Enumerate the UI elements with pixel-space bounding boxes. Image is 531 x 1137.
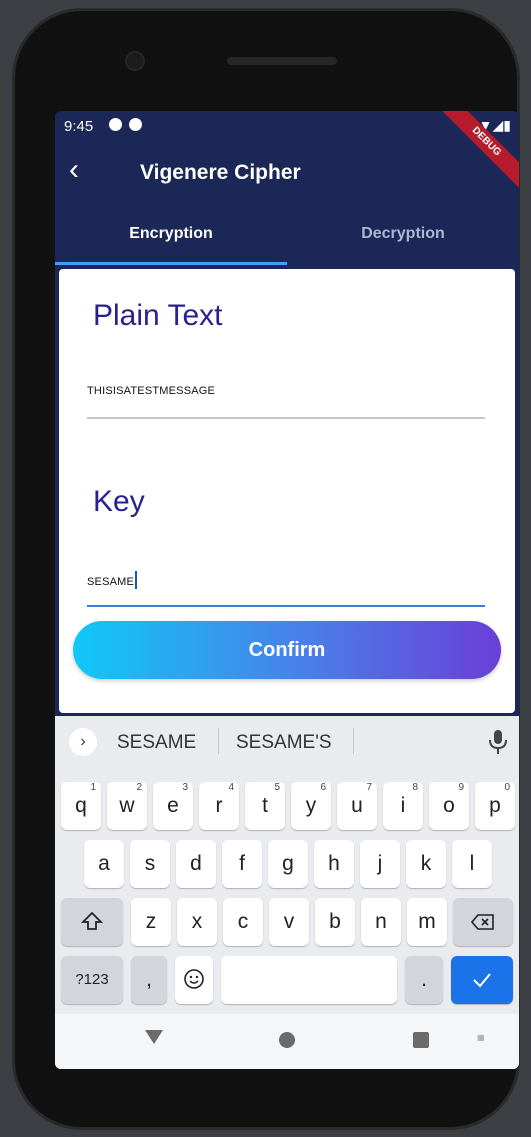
plain-text-label: Plain Text xyxy=(93,299,223,332)
key-label: y xyxy=(305,794,317,817)
tab-decryption[interactable]: Decryption xyxy=(287,206,519,264)
chevron-right-icon[interactable]: › xyxy=(69,728,97,756)
nav-recents-icon[interactable] xyxy=(413,1032,429,1048)
key-hint: 7 xyxy=(366,782,372,793)
keyboard-switch-icon[interactable]: ▦ xyxy=(477,1033,493,1045)
key-hint: 5 xyxy=(274,782,280,793)
front-camera xyxy=(125,51,145,71)
key-hint: 9 xyxy=(458,782,464,793)
key-underline xyxy=(87,605,485,607)
key-s[interactable]: s xyxy=(130,840,170,888)
key-k[interactable]: k xyxy=(406,840,446,888)
tab-encryption[interactable]: Encryption xyxy=(55,206,287,264)
checkmark-icon xyxy=(473,973,491,988)
confirm-button[interactable]: Confirm xyxy=(73,621,501,679)
key-l[interactable]: l xyxy=(452,840,492,888)
status-time: 9:45 xyxy=(64,118,94,135)
key-hint: 4 xyxy=(228,782,234,793)
space-bar[interactable] xyxy=(221,956,397,1004)
tab-indicator xyxy=(55,262,287,265)
suggestion-2[interactable]: SESAME'S xyxy=(236,732,332,754)
symbols-key[interactable]: ?123 xyxy=(61,956,123,1004)
tab-bar: Encryption Decryption xyxy=(55,206,519,264)
key-u[interactable]: u7 xyxy=(337,782,377,830)
key-m[interactable]: m xyxy=(407,898,447,946)
key-a[interactable]: a xyxy=(84,840,124,888)
plain-text-underline xyxy=(87,417,485,419)
system-nav-bar: ▦ xyxy=(55,1014,519,1069)
key-label: w xyxy=(119,794,135,817)
key-hint: 8 xyxy=(412,782,418,793)
microphone-icon[interactable] xyxy=(487,728,509,756)
key-d[interactable]: d xyxy=(176,840,216,888)
key-g[interactable]: g xyxy=(268,840,308,888)
key-i[interactable]: i8 xyxy=(383,782,423,830)
key-label: Key xyxy=(93,485,145,518)
key-e[interactable]: e3 xyxy=(153,782,193,830)
emoji-icon xyxy=(184,969,204,989)
backspace-key[interactable] xyxy=(453,898,513,946)
key-hint: 1 xyxy=(90,782,96,793)
key-b[interactable]: b xyxy=(315,898,355,946)
text-cursor xyxy=(135,571,138,589)
key-label: t xyxy=(262,794,268,817)
key-hint: 6 xyxy=(320,782,326,793)
key-hint: 3 xyxy=(182,782,188,793)
key-label: q xyxy=(75,794,87,817)
key-f[interactable]: f xyxy=(222,840,262,888)
suggestion-divider xyxy=(218,728,219,754)
key-v[interactable]: v xyxy=(269,898,309,946)
suggestion-divider xyxy=(353,728,354,754)
app-bar: ‹ Vigenere Cipher xyxy=(55,141,519,201)
backspace-icon xyxy=(470,914,494,930)
suggestion-bar: › SESAME SESAME'S xyxy=(55,716,519,764)
back-arrow-icon[interactable]: ‹ xyxy=(69,155,79,185)
status-bar: 9:45 ▼◢▮ DEBUG xyxy=(55,111,519,195)
form-card: Plain Text THISISATESTMESSAGE Key SESAME… xyxy=(59,269,515,713)
nav-back-icon[interactable] xyxy=(145,1030,163,1044)
key-label: r xyxy=(215,794,223,817)
key-x[interactable]: x xyxy=(177,898,217,946)
phone-frame: 9:45 ▼◢▮ DEBUG ‹ Vigenere Cipher Encrypt… xyxy=(12,8,520,1130)
key-label: i xyxy=(400,794,406,817)
enter-key[interactable] xyxy=(451,956,513,1004)
soft-keyboard: › SESAME SESAME'S q1w2e3r4t5y6u7i8o9p0 a… xyxy=(55,716,519,1069)
key-o[interactable]: o9 xyxy=(429,782,469,830)
shift-icon xyxy=(80,911,104,930)
earpiece-speaker xyxy=(227,57,337,65)
key-input-value: SESAME xyxy=(87,576,135,588)
notification-icon xyxy=(109,118,122,131)
key-t[interactable]: t5 xyxy=(245,782,285,830)
key-label: o xyxy=(443,794,455,817)
key-hint: 2 xyxy=(136,782,142,793)
key-label: u xyxy=(351,794,363,817)
key-r[interactable]: r4 xyxy=(199,782,239,830)
key-input[interactable]: SESAME xyxy=(87,571,138,589)
key-c[interactable]: c xyxy=(223,898,263,946)
key-j[interactable]: j xyxy=(360,840,400,888)
suggestion-1[interactable]: SESAME xyxy=(117,732,196,754)
key-y[interactable]: y6 xyxy=(291,782,331,830)
shift-key[interactable] xyxy=(61,898,123,946)
key-q[interactable]: q1 xyxy=(61,782,101,830)
page-title: Vigenere Cipher xyxy=(140,161,301,184)
key-w[interactable]: w2 xyxy=(107,782,147,830)
key-h[interactable]: h xyxy=(314,840,354,888)
emoji-key[interactable] xyxy=(175,956,213,1004)
nav-home-icon[interactable] xyxy=(279,1032,295,1048)
key-z[interactable]: z xyxy=(131,898,171,946)
chrome-icon xyxy=(129,118,142,131)
app-screen: 9:45 ▼◢▮ DEBUG ‹ Vigenere Cipher Encrypt… xyxy=(55,111,519,1069)
plain-text-input[interactable]: THISISATESTMESSAGE xyxy=(87,385,215,397)
key-p[interactable]: p0 xyxy=(475,782,515,830)
key-label: p xyxy=(489,794,501,817)
comma-key[interactable]: , xyxy=(131,956,167,1004)
key-n[interactable]: n xyxy=(361,898,401,946)
period-key[interactable]: . xyxy=(405,956,443,1004)
key-hint: 0 xyxy=(504,782,510,793)
key-label: e xyxy=(167,794,179,817)
